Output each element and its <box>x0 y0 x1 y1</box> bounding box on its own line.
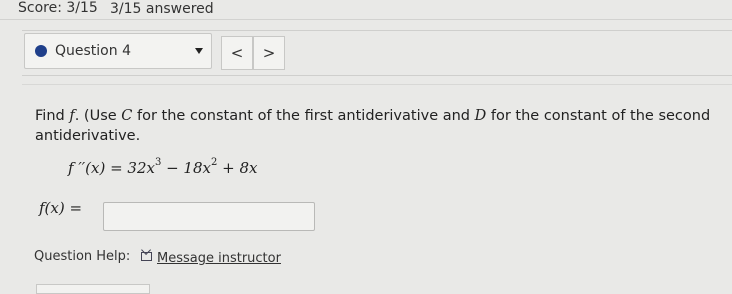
prompt-text: for the constant of the first antideriva… <box>137 108 471 124</box>
score-text: Score: 3/15 <box>18 0 98 16</box>
equation-term: − 18x <box>161 159 211 177</box>
next-question-button[interactable]: > <box>253 36 285 70</box>
mail-icon <box>141 252 152 261</box>
given-equation: f ′′(x) = 32x3 − 18x2 + 8x <box>68 157 258 177</box>
prompt-math-c: C <box>121 108 133 124</box>
prompt-text: . (Use <box>74 108 117 124</box>
question-prompt: Find f. (Use C for the constant of the f… <box>35 106 725 146</box>
question-select[interactable]: Question 4 <box>24 33 212 69</box>
equation-lhs: f ′′(x) = <box>68 159 128 177</box>
equation-term: 32x <box>127 159 155 177</box>
equation-exponent: 3 <box>154 157 162 168</box>
answer-label: f(x) = <box>39 199 83 217</box>
equation-exponent: 2 <box>210 157 218 168</box>
answer-input[interactable] <box>103 202 315 231</box>
answered-count: 3/15 answered <box>110 1 214 17</box>
question-select-label: Question 4 <box>55 43 131 59</box>
equation-term: + 8x <box>217 159 258 177</box>
top-bar: Score: 3/15 3/15 answered <box>0 0 732 20</box>
question-help-label: Question Help: <box>34 249 131 264</box>
prompt-text: Find <box>35 108 65 124</box>
message-instructor-link[interactable]: Message instructor <box>157 251 281 266</box>
chevron-down-icon <box>195 48 203 54</box>
prompt-math-d: D <box>474 108 487 124</box>
bottom-button[interactable] <box>36 284 150 294</box>
divider <box>0 19 732 20</box>
previous-question-button[interactable]: < <box>221 36 253 70</box>
status-dot-icon <box>35 45 47 57</box>
divider <box>22 84 732 85</box>
